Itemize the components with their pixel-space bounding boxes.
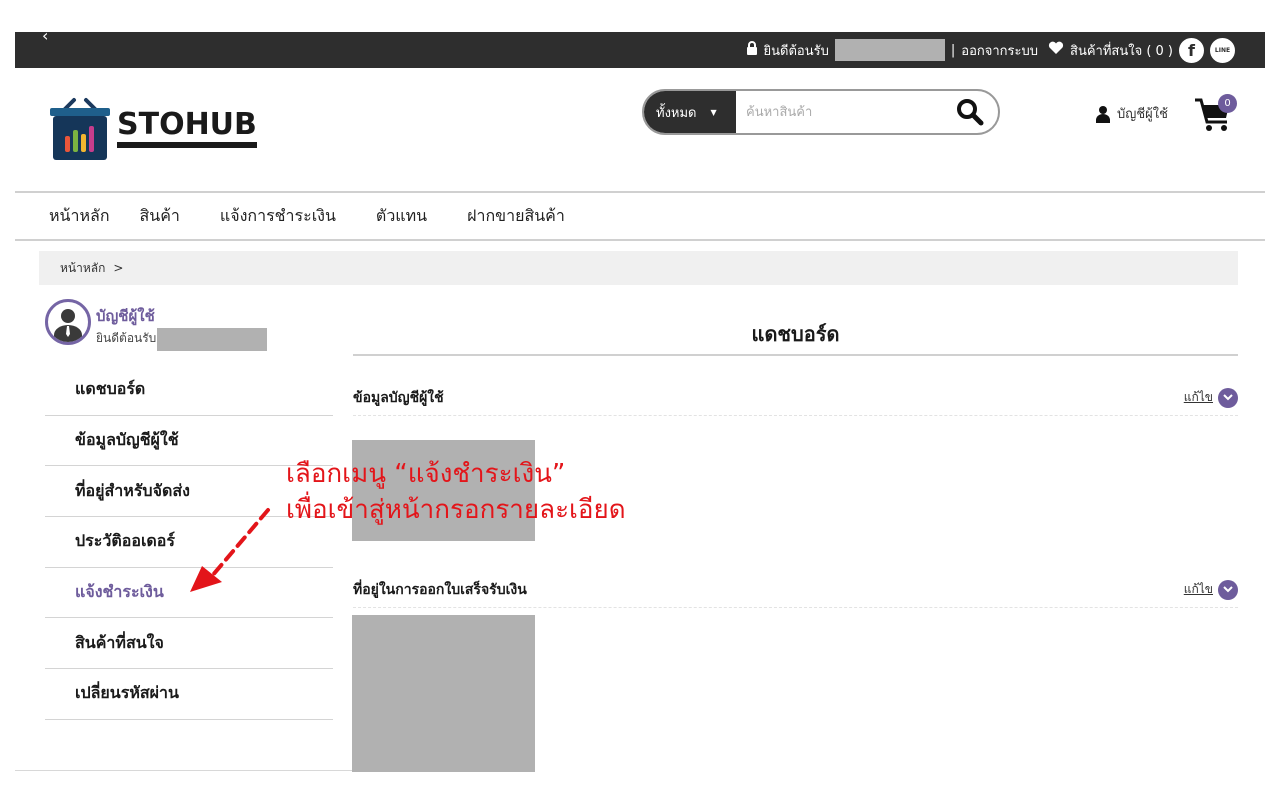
back-icon[interactable]: ‹: [42, 26, 48, 45]
section-account-info: ข้อมูลบัญชีผู้ใช้ แก้ไข: [353, 380, 1238, 416]
basket-logo-icon: [50, 96, 110, 160]
breadcrumb-separator: >: [113, 261, 124, 275]
user-icon: [1096, 105, 1110, 123]
edit-billing-button[interactable]: แก้ไข: [1183, 579, 1238, 600]
nav-item-agent[interactable]: ตัวแทน: [376, 204, 427, 229]
wishlist-link[interactable]: สินค้าที่สนใจ ( 0 ): [1070, 40, 1173, 61]
annotation-line-2: เพื่อเข้าสู่หน้ากรอกรายละเอียด: [286, 495, 626, 525]
search-bar: ทั้งหมด ▼: [642, 89, 1000, 135]
brand-name: STOHUB: [117, 108, 257, 148]
nav-item-products[interactable]: สินค้า: [140, 204, 180, 229]
section-heading: ที่อยู่ในการออกใบเสร็จรับเงิน: [353, 581, 527, 598]
redacted-username: [834, 39, 945, 61]
separator: |: [950, 42, 956, 58]
chevron-down-icon: [1218, 579, 1238, 600]
annotation-line-1: เลือกเมนู “แจ้งชำระเงิน”: [286, 459, 566, 489]
breadcrumb-home[interactable]: หน้าหลัก: [60, 259, 105, 278]
main-nav: หน้าหลัก สินค้า แจ้งการชำระเงิน ตัวแทน ฝ…: [15, 191, 1265, 241]
user-avatar-icon: [54, 309, 82, 342]
annotation-arrow-icon: [190, 508, 270, 592]
logo[interactable]: STOHUB: [50, 96, 257, 160]
nav-item-home[interactable]: หน้าหลัก: [49, 204, 110, 229]
chevron-down-icon: [1218, 387, 1238, 408]
edit-label: แก้ไข: [1183, 582, 1213, 596]
breadcrumb: หน้าหลัก >: [39, 251, 1238, 285]
search-category-select[interactable]: ทั้งหมด ▼: [644, 91, 736, 133]
nav-item-consignment[interactable]: ฝากขายสินค้า: [467, 204, 565, 229]
sidebar-item-wishlist[interactable]: สินค้าที่สนใจ: [45, 618, 333, 670]
section-heading: ข้อมูลบัญชีผู้ใช้: [353, 389, 444, 406]
top-bar-right: ยินดีต้อนรับ | ออกจากระบบ สินค้าที่สนใจ …: [746, 32, 1235, 68]
sidebar-welcome: ยินดีต้อนรับ: [96, 331, 157, 345]
page-title: แดชบอร์ด: [353, 318, 1238, 356]
instruction-annotation: เลือกเมนู “แจ้งชำระเงิน” เพื่อเข้าสู่หน้…: [286, 456, 626, 528]
redacted-billing-details: [352, 615, 535, 772]
sidebar-item-change-password[interactable]: เปลี่ยนรหัสผ่าน: [45, 669, 333, 720]
edit-account-button[interactable]: แก้ไข: [1183, 387, 1238, 408]
edit-label: แก้ไข: [1183, 390, 1213, 404]
account-link[interactable]: บัญชีผู้ใช้: [1095, 103, 1168, 124]
search-icon: [957, 99, 984, 126]
search-input[interactable]: [736, 91, 942, 133]
avatar: [45, 299, 91, 345]
sidebar-profile: บัญชีผู้ใช้ ยินดีต้อนรับ: [45, 299, 268, 351]
sidebar-item-dashboard[interactable]: แดชบอร์ด: [45, 365, 333, 416]
logout-link[interactable]: ออกจากระบบ: [961, 40, 1038, 61]
section-billing-address: ที่อยู่ในการออกใบเสร็จรับเงิน แก้ไข: [353, 572, 1238, 608]
heart-icon: [1048, 41, 1064, 59]
top-bar: ‹ ยินดีต้อนรับ | ออกจากระบบ สินค้าที่สนใ…: [15, 26, 1265, 68]
cart-button[interactable]: 0: [1193, 94, 1237, 134]
account-label: บัญชีผู้ใช้: [1117, 107, 1168, 122]
divider: [15, 770, 352, 771]
cart-count-badge: 0: [1218, 94, 1237, 113]
search-category-label: ทั้งหมด: [656, 105, 697, 121]
facebook-icon[interactable]: f: [1179, 37, 1204, 63]
line-icon[interactable]: LINE: [1210, 37, 1235, 63]
sidebar-title: บัญชีผู้ใช้: [96, 307, 155, 325]
nav-item-payment-notice[interactable]: แจ้งการชำระเงิน: [220, 204, 336, 229]
lock-icon: [746, 41, 758, 59]
welcome-text: ยินดีต้อนรับ: [763, 43, 829, 59]
search-button[interactable]: [942, 91, 998, 133]
caret-down-icon: ▼: [710, 107, 717, 117]
redacted-username: [157, 328, 268, 351]
